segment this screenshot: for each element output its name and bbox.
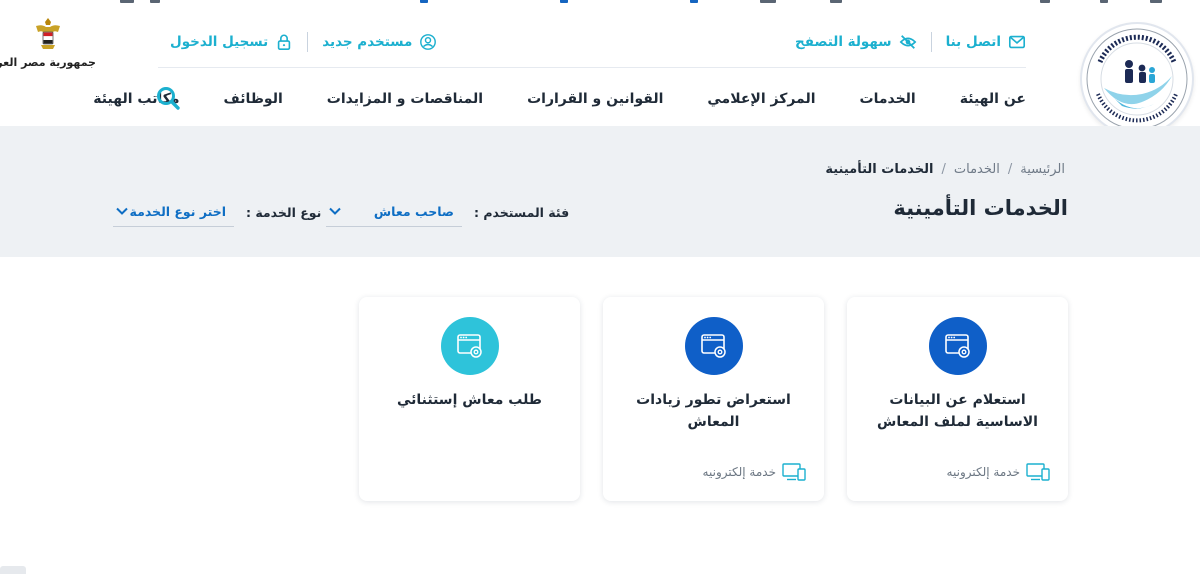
- header-divider: [158, 67, 1026, 68]
- service-type-label: خدمة إلكترونيه: [946, 465, 1020, 479]
- cropped-top-bar: [0, 0, 1200, 6]
- desktop-mobile-icon: [782, 463, 806, 481]
- service-card-title: استعراض تطور زيادات المعاش: [636, 392, 791, 430]
- site-header: جمهورية مصر العربية اتصل بنا: [0, 0, 1200, 136]
- service-type-label: خدمة إلكترونيه: [702, 465, 776, 479]
- breadcrumb-home[interactable]: الرئيسية: [1020, 162, 1065, 177]
- utility-divider: [930, 32, 932, 52]
- service-icon-circle: [929, 317, 987, 375]
- chevron-down-icon: [116, 207, 128, 215]
- service-card-title: استعلام عن البيانات الاساسية لملف المعاش: [877, 392, 1038, 430]
- desktop-mobile-icon: [1026, 463, 1050, 481]
- nav-laws[interactable]: القوانين و القرارات: [527, 91, 663, 107]
- user-category-value: صاحب معاش: [373, 204, 454, 219]
- breadcrumb: الرئيسية / الخدمات / الخدمات التأمينية: [825, 162, 1065, 177]
- eye-slash-icon: [899, 35, 916, 49]
- breadcrumb-current: الخدمات التأمينية: [825, 162, 934, 177]
- page-title: الخدمات التأمينية: [893, 196, 1068, 220]
- nav-tenders[interactable]: المناقصات و المزايدات: [327, 91, 483, 107]
- search-icon: [157, 87, 180, 110]
- nav-media-center[interactable]: المركز الإعلامي: [707, 91, 815, 107]
- browser-gear-icon: [457, 334, 482, 358]
- new-user-label: مستخدم جديد: [322, 34, 413, 50]
- user-category-filter: فئة المستخدم : صاحب معاش: [326, 196, 569, 228]
- mail-icon: [1008, 35, 1026, 49]
- utility-links-left: مستخدم جديد تسجيل الدخول: [170, 30, 437, 54]
- service-card[interactable]: طلب معاش إستثنائي: [359, 297, 580, 501]
- nav-about[interactable]: عن الهيئة: [960, 91, 1026, 107]
- service-card-title: طلب معاش إستثنائي: [396, 392, 542, 408]
- egypt-emblem-logo[interactable]: جمهورية مصر العربية: [0, 16, 96, 80]
- lock-icon: [277, 34, 291, 51]
- accessibility-link[interactable]: سهولة التصفح: [795, 33, 917, 51]
- contact-us-label: اتصل بنا: [945, 34, 1001, 50]
- service-type-tag: خدمة إلكترونيه: [947, 463, 1050, 481]
- service-type-value: اختر نوع الخدمة: [129, 204, 226, 219]
- service-icon-circle: [685, 317, 743, 375]
- browser-gear-icon: [945, 334, 970, 358]
- organization-emblem-icon: [1086, 28, 1188, 130]
- organization-logo[interactable]: [1080, 22, 1194, 136]
- page-header-band: الرئيسية / الخدمات / الخدمات التأمينية ا…: [0, 126, 1200, 257]
- service-type-filter: نوع الخدمة : اختر نوع الخدمة: [113, 196, 321, 228]
- utility-links-right: اتصل بنا سهولة التصفح: [795, 30, 1026, 54]
- user-category-select[interactable]: صاحب معاش: [326, 197, 462, 227]
- breadcrumb-services[interactable]: الخدمات: [954, 162, 1000, 177]
- contact-us-link[interactable]: اتصل بنا: [946, 33, 1026, 51]
- accessibility-label: سهولة التصفح: [795, 34, 892, 50]
- breadcrumb-separator: /: [941, 162, 946, 177]
- search-button[interactable]: [155, 85, 181, 111]
- service-type-select[interactable]: اختر نوع الخدمة: [113, 197, 234, 227]
- service-type-label: نوع الخدمة :: [246, 204, 322, 220]
- browser-gear-icon: [701, 334, 726, 358]
- nav-services[interactable]: الخدمات: [860, 91, 916, 107]
- login-link[interactable]: تسجيل الدخول: [170, 33, 293, 51]
- service-card[interactable]: استعراض تطور زيادات المعاش خدمة إلكتروني…: [603, 297, 824, 501]
- breadcrumb-separator: /: [1007, 162, 1013, 177]
- country-caption: جمهورية مصر العربية: [0, 56, 96, 69]
- nav-jobs[interactable]: الوظائف: [224, 91, 283, 107]
- chevron-down-icon: [329, 207, 341, 215]
- main-navigation: عن الهيئة الخدمات المركز الإعلامي القوان…: [93, 88, 1026, 110]
- eagle-emblem-icon: [36, 18, 60, 49]
- login-label: تسجيل الدخول: [170, 34, 269, 50]
- corner-widget[interactable]: [0, 566, 26, 574]
- service-card[interactable]: استعلام عن البيانات الاساسية لملف المعاش…: [847, 297, 1068, 501]
- new-user-link[interactable]: مستخدم جديد: [322, 33, 437, 51]
- utility-divider: [307, 32, 309, 52]
- service-type-tag: خدمة إلكترونيه: [703, 463, 806, 481]
- user-category-label: فئة المستخدم :: [474, 204, 570, 220]
- service-icon-circle: [441, 317, 499, 375]
- user-icon: [420, 34, 437, 50]
